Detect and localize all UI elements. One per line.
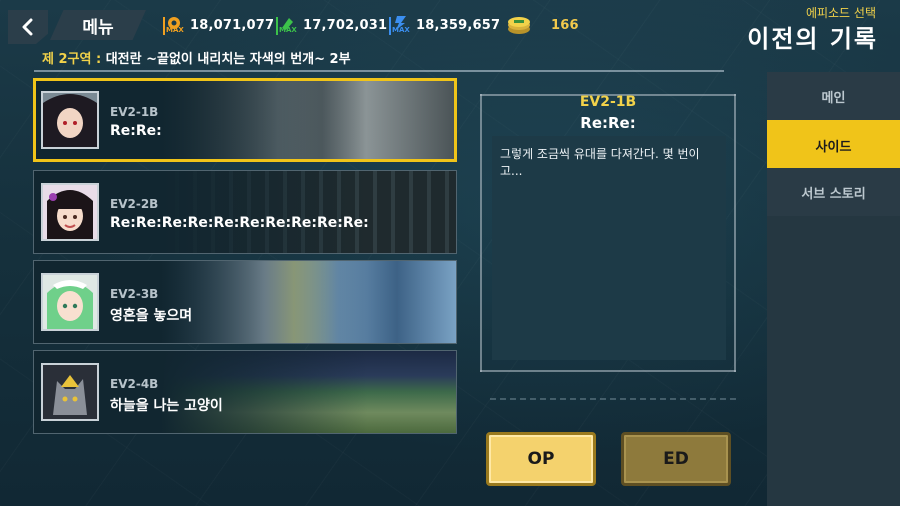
back-button[interactable]: [8, 10, 48, 44]
armored-cat-portrait: [41, 363, 99, 421]
ticket-resource-icon: MAX: [275, 14, 297, 36]
tab-main[interactable]: 메인: [767, 72, 900, 120]
black-haired-shrine-girl-portrait: [41, 183, 99, 241]
episode-item-ev2-1b[interactable]: EV2-1B Re:Re:: [33, 78, 457, 162]
resource-gear: MAX 18,071,077: [162, 14, 274, 36]
ed-button-label: ED: [663, 449, 689, 469]
menu-label: 메뉴: [82, 17, 114, 38]
episode-scene-image: [161, 81, 454, 159]
gear-resource-icon: MAX: [162, 14, 184, 36]
energy-resource-icon: MAX: [388, 14, 410, 36]
episode-detail-panel: EV2-1B Re:Re: 그렇게 조금씩 유대를 다져간다. 몇 번이고...: [480, 94, 736, 372]
episode-code: EV2-4B: [110, 377, 159, 391]
menu-button[interactable]: 메뉴: [50, 10, 146, 40]
episode-title: 영혼을 놓으며: [110, 308, 193, 324]
resource-ticket: MAX 17,702,031: [275, 14, 387, 36]
episode-code: EV2-3B: [110, 287, 159, 301]
ticket-resource-value: 17,702,031: [303, 17, 388, 33]
ed-button[interactable]: ED: [621, 432, 731, 486]
zone-text: 대전란 ~끝없이 내리치는 자색의 번개~ 2부: [105, 52, 351, 67]
gear-resource-value: 18,071,077: [190, 17, 275, 33]
op-button[interactable]: OP: [486, 432, 596, 486]
episode-title: Re:Re:Re:Re:Re:Re:Re:Re:Re:Re:: [110, 215, 369, 231]
chevron-left-icon: [22, 18, 33, 36]
detail-description: 그렇게 조금씩 유대를 다져간다. 몇 번이고...: [492, 136, 726, 360]
episode-title: 하늘을 나는 고양이: [110, 398, 223, 414]
tab-sub-story[interactable]: 서브 스토리: [767, 168, 900, 216]
coin-counter: 166: [505, 14, 579, 36]
episode-scene-image: [160, 351, 456, 433]
energy-resource-value: 18,359,657: [416, 17, 501, 33]
dashed-divider: [490, 398, 736, 400]
episode-title: Re:Re:: [110, 123, 162, 139]
detail-code: EV2-1B: [579, 94, 637, 110]
episode-code: EV2-2B: [110, 197, 159, 211]
episode-item-ev2-2b[interactable]: EV2-2B Re:Re:Re:Re:Re:Re:Re:Re:Re:Re:: [33, 170, 457, 254]
episode-code: EV2-1B: [110, 105, 159, 119]
tab-column-background: [767, 216, 900, 506]
zone-label: 제 2구역: [42, 52, 92, 67]
green-haired-maid-portrait: [41, 273, 99, 331]
top-bar: 메뉴 MAX 18,071,077 MAX 17,702,031 MAX 18,…: [0, 0, 900, 53]
coin-stack-icon: [505, 14, 533, 36]
episode-item-ev2-4b[interactable]: EV2-4B 하늘을 나는 고양이: [33, 350, 457, 434]
page-title: 이전의 기록: [747, 25, 878, 53]
resource-energy: MAX 18,359,657: [388, 14, 500, 36]
detail-title: Re:Re:: [580, 114, 636, 132]
episode-item-ev2-3b[interactable]: EV2-3B 영혼을 놓으며: [33, 260, 457, 344]
tab-side[interactable]: 사이드: [767, 120, 900, 170]
op-button-label: OP: [527, 449, 555, 469]
dark-haired-girl-portrait: [41, 91, 99, 149]
divider: [34, 70, 724, 72]
coin-value: 166: [551, 17, 579, 33]
episode-scene-image: [160, 261, 456, 343]
episode-scene-image: [160, 171, 456, 253]
zone-subtitle: 제 2구역 : 대전란 ~끝없이 내리치는 자색의 번개~ 2부: [42, 52, 351, 67]
